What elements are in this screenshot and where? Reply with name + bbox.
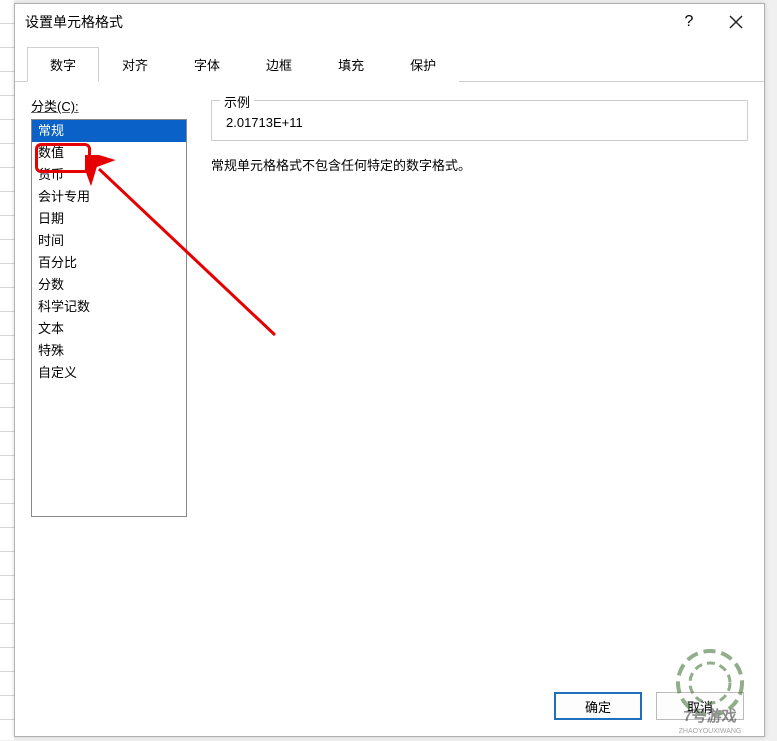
category-item-currency[interactable]: 货币 [32, 164, 186, 186]
sample-box: 示例 2.01713E+11 [211, 100, 748, 141]
format-description: 常规单元格格式不包含任何特定的数字格式。 [211, 155, 748, 174]
category-item-fraction[interactable]: 分数 [32, 274, 186, 296]
dialog-footer: 确定 取消 [554, 692, 744, 720]
details-column: 示例 2.01713E+11 常规单元格格式不包含任何特定的数字格式。 [211, 96, 748, 668]
sample-value: 2.01713E+11 [222, 115, 737, 130]
tab-alignment[interactable]: 对齐 [99, 47, 171, 82]
category-label: 分类(C): [31, 96, 193, 115]
sample-label: 示例 [220, 92, 254, 111]
tab-bar: 数字 对齐 字体 边框 填充 保护 [15, 40, 764, 82]
category-item-accounting[interactable]: 会计专用 [32, 186, 186, 208]
category-item-percentage[interactable]: 百分比 [32, 252, 186, 274]
cancel-button[interactable]: 取消 [656, 692, 744, 720]
tab-fill[interactable]: 填充 [315, 47, 387, 82]
category-item-special[interactable]: 特殊 [32, 340, 186, 362]
category-item-general[interactable]: 常规 [32, 120, 186, 142]
category-item-number[interactable]: 数值 [32, 142, 186, 164]
content-area: 分类(C): 常规 数值 货币 会计专用 日期 时间 百分比 分数 科学记数 文… [15, 82, 764, 682]
titlebar: 设置单元格格式 ? [15, 4, 764, 40]
tab-number[interactable]: 数字 [27, 47, 99, 82]
close-icon [729, 15, 743, 29]
category-item-date[interactable]: 日期 [32, 208, 186, 230]
category-item-custom[interactable]: 自定义 [32, 362, 186, 384]
category-listbox[interactable]: 常规 数值 货币 会计专用 日期 时间 百分比 分数 科学记数 文本 特殊 自定… [31, 119, 187, 517]
category-item-text[interactable]: 文本 [32, 318, 186, 340]
titlebar-controls: ? [674, 7, 764, 37]
ok-button[interactable]: 确定 [554, 692, 642, 720]
help-button[interactable]: ? [674, 7, 704, 37]
category-item-time[interactable]: 时间 [32, 230, 186, 252]
dialog-title: 设置单元格格式 [25, 12, 674, 32]
tab-protection[interactable]: 保护 [387, 47, 459, 82]
category-column: 分类(C): 常规 数值 货币 会计专用 日期 时间 百分比 分数 科学记数 文… [31, 96, 193, 668]
close-button[interactable] [714, 7, 758, 37]
tab-border[interactable]: 边框 [243, 47, 315, 82]
category-item-scientific[interactable]: 科学记数 [32, 296, 186, 318]
spreadsheet-row-grid [0, 0, 14, 740]
tab-font[interactable]: 字体 [171, 47, 243, 82]
format-cells-dialog: 设置单元格格式 ? 数字 对齐 字体 边框 填充 保护 分类(C): 常规 数值… [14, 3, 765, 737]
